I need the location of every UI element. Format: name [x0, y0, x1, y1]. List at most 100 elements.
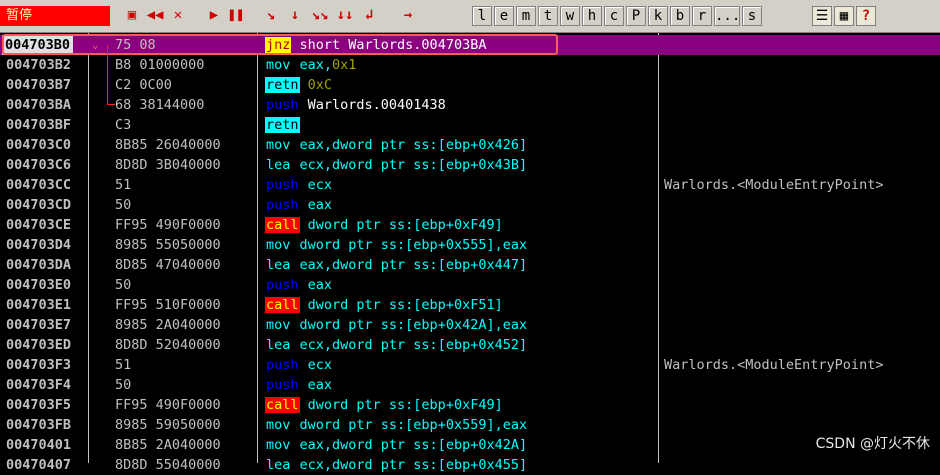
- disasm-row[interactable]: 004703C0 8B85 26040000 mov eax,dword ptr s…: [0, 135, 940, 155]
- disassembly: push eax: [265, 195, 332, 215]
- disasm-row[interactable]: 004703F3 51 push ecx Warlords.<ModuleEntryP…: [0, 355, 940, 375]
- list-icon[interactable]: ☰: [812, 6, 832, 26]
- disasm-row[interactable]: 004703DA 8D85 47040000 lea eax,dword ptr s…: [0, 255, 940, 275]
- disassembly: mov dword ptr ss:[ebp+0x555],eax: [265, 235, 527, 255]
- hex-bytes: 51: [115, 357, 132, 373]
- hex-bytes: B8 01000000: [115, 57, 205, 73]
- view-button-e[interactable]: e: [494, 6, 514, 26]
- view-button-r[interactable]: r: [692, 6, 712, 26]
- disasm-row[interactable]: 004703F5 FF95 490F0000 call dword ptr ss:[…: [0, 395, 940, 415]
- view-button-P[interactable]: P: [626, 6, 646, 26]
- address: 004703F3: [6, 357, 72, 373]
- disasm-row[interactable]: 004703BF C3 retn: [0, 115, 940, 135]
- hex-bytes: FF95 490F0000: [115, 397, 221, 413]
- comment: Warlords.<ModuleEntryPoint>: [664, 357, 884, 373]
- open-icon[interactable]: ▣: [122, 6, 142, 26]
- hex-bytes: FF95 490F0000: [115, 217, 221, 233]
- operand: ecx,dword ptr ss:[ebp+0x452]: [291, 337, 528, 353]
- disassembly: push Warlords.00401438: [265, 95, 446, 115]
- disasm-row[interactable]: 004703CC 51 push ecx Warlords.<ModuleEntryP…: [0, 175, 940, 195]
- disassembly: lea ecx,dword ptr ss:[ebp+0x452]: [265, 335, 527, 355]
- disasm-row[interactable]: 004703E1 FF95 510F0000 call dword ptr ss:[…: [0, 295, 940, 315]
- disasm-row[interactable]: 004703B2 B8 01000000 mov eax,0x1: [0, 55, 940, 75]
- trace-over-icon[interactable]: ↓↓: [334, 6, 356, 26]
- hex-bytes: 8B85 26040000: [115, 137, 221, 153]
- disassembly: retn: [265, 115, 300, 135]
- view-button-w[interactable]: w: [560, 6, 580, 26]
- disassembly-listing[interactable]: 004703B0 ⌄ 75 08 jnz short Warlords.004703B…: [0, 33, 940, 473]
- view-button-b[interactable]: b: [670, 6, 690, 26]
- mnemonic: push: [266, 177, 299, 193]
- disassembly: mov dword ptr ss:[ebp+0x559],eax: [265, 415, 527, 435]
- address: 004703C0: [6, 137, 72, 153]
- hex-bytes: 8D8D 52040000: [115, 337, 221, 353]
- disasm-row[interactable]: 004703F4 50 push eax: [0, 375, 940, 395]
- view-button-s[interactable]: s: [742, 6, 762, 26]
- pause-icon[interactable]: ❚❚: [226, 6, 246, 26]
- step-over-icon[interactable]: ↓: [284, 6, 306, 26]
- grid-icon[interactable]: ▦: [834, 6, 854, 26]
- step-into-icon[interactable]: ↘: [260, 6, 282, 26]
- address: 004703D4: [6, 237, 72, 253]
- run-icon[interactable]: ▶: [204, 6, 224, 26]
- address: 004703E0: [6, 277, 72, 293]
- operand: dword ptr ss:[ebp+0xF49]: [299, 397, 503, 413]
- mnemonic: call: [265, 217, 300, 233]
- mnemonic: mov: [266, 417, 291, 433]
- address: 004703F5: [6, 397, 72, 413]
- disasm-row[interactable]: 004703CE FF95 490F0000 call dword ptr ss:[…: [0, 215, 940, 235]
- view-button-more[interactable]: ...: [714, 6, 740, 26]
- execute-till-return-icon[interactable]: ↲: [358, 6, 380, 26]
- address: 004703ED: [6, 337, 72, 353]
- toolbar: 暂停 ▣ ◀◀ ✕ ▶ ❚❚ ↘ ↓ ↘↘ ↓↓ ↲ → l e m t w h c Pk b r... s ☰ ▦?: [0, 0, 940, 33]
- address: 004703CC: [6, 177, 72, 193]
- disassembly: call dword ptr ss:[ebp+0xF51]: [265, 295, 503, 315]
- disasm-row[interactable]: 004703ED 8D8D 52040000 lea ecx,dword ptr s…: [0, 335, 940, 355]
- hex-bytes: 50: [115, 197, 132, 213]
- disasm-row[interactable]: 004703BA 68 38144000 push Warlords.0040143…: [0, 95, 940, 115]
- view-button-l[interactable]: l: [472, 6, 492, 26]
- close-icon[interactable]: ✕: [168, 6, 188, 26]
- view-button-c[interactable]: c: [604, 6, 624, 26]
- hex-bytes: C2 0C00: [115, 77, 172, 93]
- disassembly: mov eax,0x1: [265, 55, 356, 75]
- restart-icon[interactable]: ◀◀: [144, 6, 166, 26]
- operand: eax,dword ptr ss:[ebp+0x426]: [291, 137, 528, 153]
- mnemonic: push: [266, 277, 299, 293]
- view-button-h[interactable]: h: [582, 6, 602, 26]
- disasm-row[interactable]: 004703E7 8985 2A040000 mov dword ptr ss:[e…: [0, 315, 940, 335]
- mnemonic: mov: [266, 57, 291, 73]
- mnemonic: push: [266, 197, 299, 213]
- address: 004703DA: [6, 257, 72, 273]
- status-paused: 暂停: [0, 6, 110, 26]
- disasm-row[interactable]: 004703C6 8D8D 3B040000 lea ecx,dword ptr s…: [0, 155, 940, 175]
- view-button-k[interactable]: k: [648, 6, 668, 26]
- hex-bytes: FF95 510F0000: [115, 297, 221, 313]
- mnemonic: retn: [265, 117, 300, 133]
- help-icon[interactable]: ?: [856, 6, 876, 26]
- disasm-row[interactable]: 004703E0 50 push eax: [0, 275, 940, 295]
- address: 004703FB: [6, 417, 72, 433]
- disasm-row[interactable]: 00470407 8D8D 55040000 lea ecx,dword ptr s…: [0, 455, 940, 475]
- operand: dword ptr ss:[ebp+0x559],eax: [291, 417, 528, 433]
- disasm-row[interactable]: 004703FB 8985 59050000 mov dword ptr ss:[e…: [0, 415, 940, 435]
- operand: eax: [299, 197, 333, 213]
- operand: dword ptr ss:[ebp+0x42A],eax: [291, 317, 528, 333]
- mnemonic: mov: [266, 137, 291, 153]
- mnemonic: lea: [266, 337, 291, 353]
- disasm-row[interactable]: 004703D4 8985 55050000 mov dword ptr ss:[e…: [0, 235, 940, 255]
- jump-arrow-head: [107, 104, 115, 105]
- operand: ecx,dword ptr ss:[ebp+0x455]: [291, 457, 528, 473]
- disassembly: push eax: [265, 375, 332, 395]
- view-button-t[interactable]: t: [538, 6, 558, 26]
- operand: eax,: [291, 57, 333, 73]
- disassembly: push ecx: [265, 175, 332, 195]
- disassembly: mov eax,dword ptr ss:[ebp+0x42A]: [265, 435, 527, 455]
- disasm-row[interactable]: 004703CD 50 push eax: [0, 195, 940, 215]
- disasm-row[interactable]: 00470401 8B85 2A040000 mov eax,dword ptr s…: [0, 435, 940, 455]
- view-button-m[interactable]: m: [516, 6, 536, 26]
- hex-bytes: 8D85 47040000: [115, 257, 221, 273]
- trace-into-icon[interactable]: ↘↘: [308, 6, 332, 26]
- goto-icon[interactable]: →: [396, 6, 420, 26]
- disasm-row[interactable]: 004703B7 C2 0C00 retn 0xC: [0, 75, 940, 95]
